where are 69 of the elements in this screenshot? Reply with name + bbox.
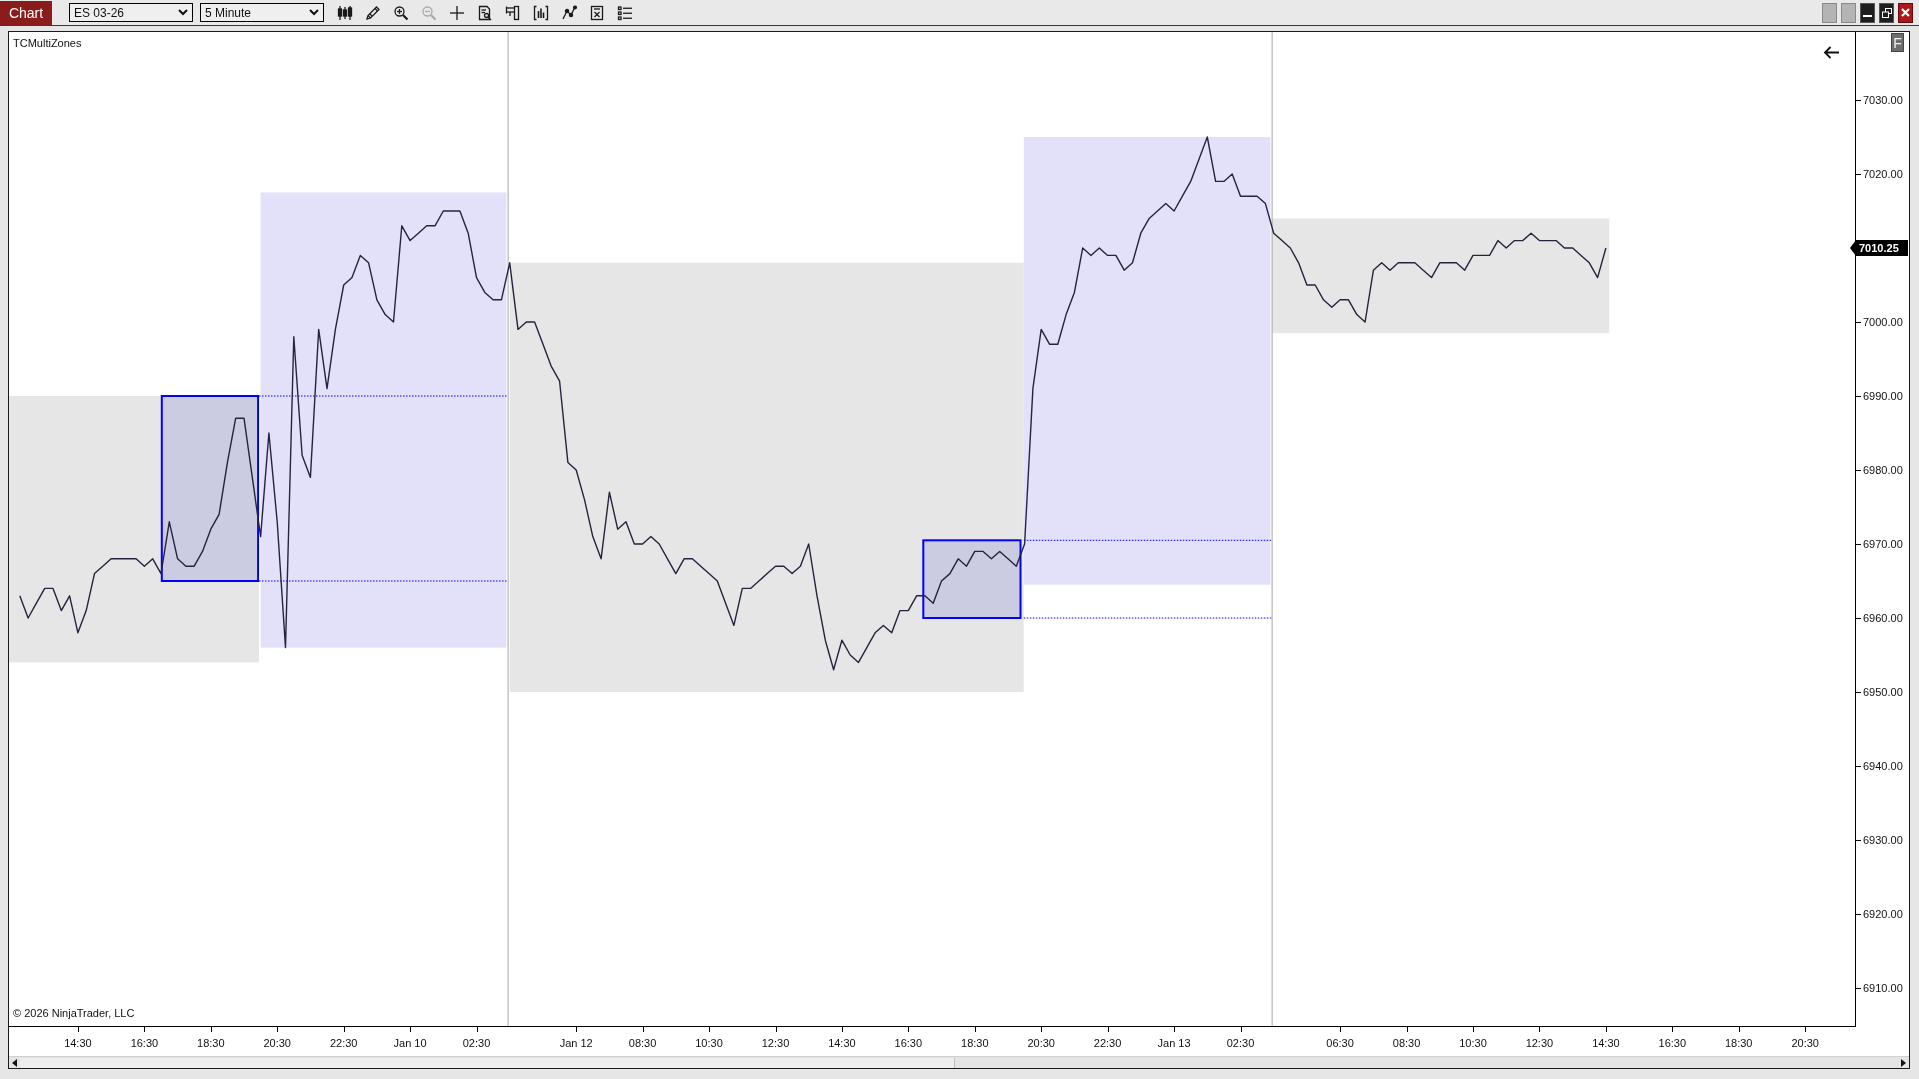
interval-dropdown[interactable]: 5 Minute [200, 3, 324, 22]
time-label: Jan 13 [1157, 1037, 1191, 1050]
zoom-in-icon[interactable] [393, 4, 409, 21]
caret-icon [178, 9, 188, 16]
time-label: 10:30 [1459, 1037, 1487, 1050]
price-label: 6910.00 [1863, 981, 1903, 995]
time-label: 14:30 [828, 1037, 856, 1050]
time-label: 10:30 [695, 1037, 723, 1050]
time-label: 18:30 [1724, 1037, 1753, 1050]
layout-icon[interactable] [505, 4, 521, 21]
minimize-icon [1863, 14, 1872, 17]
time-label: 20:30 [263, 1037, 291, 1050]
time-label: 12:30 [1525, 1037, 1554, 1050]
restore-button[interactable] [1879, 2, 1894, 23]
time-label: 14:30 [1592, 1037, 1620, 1050]
time-label: 18:30 [961, 1037, 989, 1050]
price-label: 7020.00 [1863, 167, 1903, 181]
candlestick-icon[interactable] [337, 4, 353, 21]
close-icon [1901, 8, 1910, 17]
price-label: 7030.00 [1863, 93, 1903, 107]
time-label: Jan 12 [559, 1037, 593, 1050]
left-arrow-icon[interactable] [1823, 46, 1840, 59]
time-label: 20:30 [1027, 1037, 1055, 1050]
window-option-button[interactable] [1822, 2, 1837, 23]
copyright-text: © 2026 NinjaTrader, LLC [13, 1007, 135, 1020]
time-label: 20:30 [1791, 1037, 1819, 1050]
time-label: 14:30 [64, 1037, 92, 1050]
indicator-label: TCMultiZones [13, 37, 82, 50]
pencil-icon[interactable] [365, 4, 381, 21]
time-label: 16:30 [1658, 1037, 1687, 1050]
time-label: 02:30 [1226, 1037, 1255, 1050]
time-label: Jan 10 [393, 1037, 427, 1050]
price-marker: 7010.25 [1850, 240, 1908, 256]
scale-mode-button[interactable]: F [1891, 33, 1904, 52]
scroll-right-icon[interactable] [1901, 1058, 1906, 1067]
time-label: 16:30 [894, 1037, 923, 1050]
time-label: 22:30 [1093, 1037, 1122, 1050]
caret-icon [309, 9, 319, 16]
price-label: 6920.00 [1863, 907, 1903, 921]
time-label: 18:30 [197, 1037, 225, 1050]
horizontal-scrollbar[interactable] [9, 1056, 1909, 1068]
list-icon[interactable] [617, 4, 633, 21]
close-button[interactable] [1898, 2, 1913, 23]
document-icon[interactable] [589, 4, 605, 21]
price-label: 6970.00 [1863, 537, 1903, 551]
line-chart-icon[interactable] [561, 4, 577, 21]
time-label: 12:30 [761, 1037, 790, 1050]
bar-chart-icon[interactable] [533, 4, 549, 21]
scrollbar-thumb[interactable] [20, 1057, 955, 1068]
restore-icon [1881, 7, 1892, 18]
price-label: 7000.00 [1863, 315, 1903, 329]
price-label: 6940.00 [1863, 759, 1903, 773]
document-search-icon[interactable] [477, 4, 493, 21]
crosshair-icon[interactable] [449, 4, 465, 21]
price-label: 6950.00 [1863, 685, 1903, 699]
time-label: 08:30 [1392, 1037, 1421, 1050]
instrument-dropdown[interactable]: ES 03-26 [69, 3, 193, 22]
time-label: 02:30 [462, 1037, 491, 1050]
time-label: 06:30 [1326, 1037, 1354, 1050]
price-label: 6930.00 [1863, 833, 1903, 847]
chart-button[interactable]: Chart [0, 0, 52, 25]
price-label: 6960.00 [1863, 611, 1903, 625]
time-label: 16:30 [130, 1037, 159, 1050]
time-label: 22:30 [329, 1037, 358, 1050]
scroll-left-icon[interactable] [12, 1058, 17, 1067]
time-label: 08:30 [628, 1037, 657, 1050]
price-label: 6980.00 [1863, 463, 1903, 477]
price-label: 6990.00 [1863, 389, 1903, 403]
minimize-button[interactable] [1860, 2, 1875, 23]
